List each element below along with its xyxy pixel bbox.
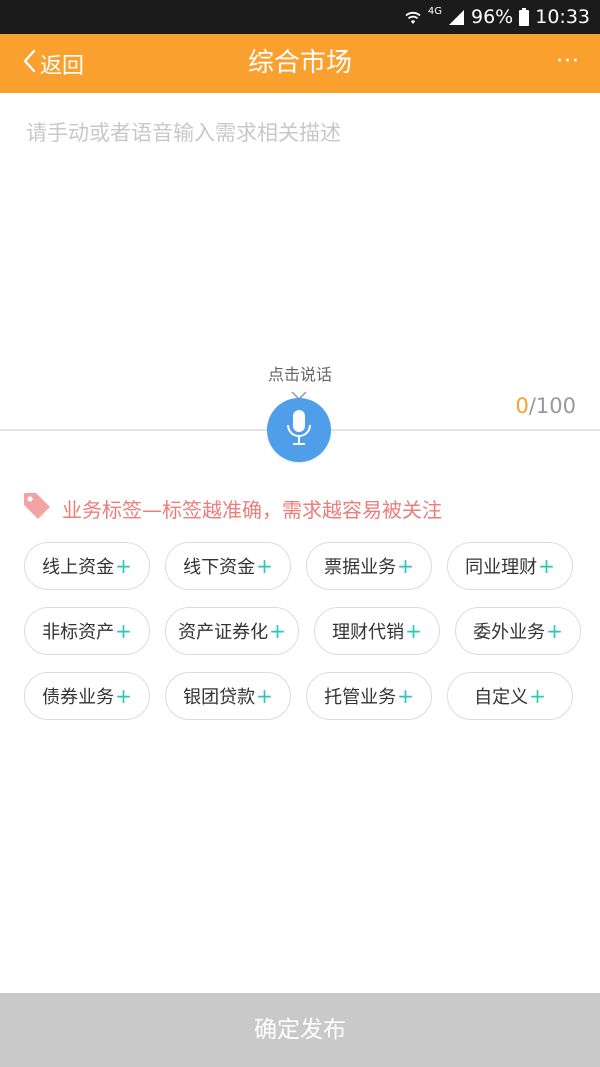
char-count-current: 0 [515, 394, 529, 418]
tag-chip[interactable]: 银团贷款 + [165, 672, 291, 720]
tag-chip[interactable]: 理财代销 + [314, 607, 440, 655]
custom-tag-chip[interactable]: 自定义 + [447, 672, 573, 720]
tag-chip[interactable]: 线下资金 + [165, 542, 291, 590]
plus-icon: + [115, 619, 132, 643]
microphone-icon [286, 409, 312, 451]
plus-icon: + [529, 684, 546, 708]
tag-chip[interactable]: 票据业务 + [306, 542, 432, 590]
tag-chip-label: 托管业务 [324, 687, 397, 708]
more-dots-icon[interactable]: ··· [556, 34, 580, 93]
tag-chip-label: 委外业务 [473, 622, 546, 643]
tag-section-title: 业务标签—标签越准确，需求越容易被关注 [62, 497, 442, 522]
plus-icon: + [269, 619, 286, 643]
battery-icon [519, 8, 530, 26]
tag-section-header: 业务标签—标签越准确，需求越容易被关注 [22, 490, 442, 526]
tag-chip[interactable]: 同业理财 + [447, 542, 573, 590]
signal-icon [448, 9, 465, 26]
plus-icon: + [115, 554, 132, 578]
tag-icon [22, 491, 52, 525]
tag-chip[interactable]: 托管业务 + [306, 672, 432, 720]
page-title: 综合市场 [247, 48, 352, 78]
tag-chip-label: 债券业务 [42, 687, 115, 708]
clock: 10:33 [535, 6, 590, 28]
plus-icon: + [397, 554, 414, 578]
tag-chip-label: 非标资产 [42, 622, 115, 643]
plus-icon: + [538, 554, 555, 578]
tag-chip[interactable]: 债券业务 + [24, 672, 150, 720]
tag-chip[interactable]: 委外业务 + [455, 607, 581, 655]
requirement-input-area: 点击说话 0/100 [0, 93, 600, 430]
wifi-icon [404, 9, 422, 25]
chevron-left-icon [22, 49, 36, 79]
publish-button[interactable]: 确定发布 [0, 993, 600, 1067]
plus-icon: + [546, 619, 563, 643]
tag-chip-label: 线下资金 [183, 557, 256, 578]
char-counter: 0/100 [515, 394, 576, 418]
tag-chip[interactable]: 非标资产 + [24, 607, 150, 655]
tag-chip-label: 同业理财 [465, 557, 538, 578]
requirement-description-input[interactable] [26, 117, 576, 347]
back-label: 返回 [40, 53, 85, 79]
status-bar: 4G 96% 10:33 [0, 0, 600, 34]
plus-icon: + [115, 684, 132, 708]
plus-icon: + [256, 554, 273, 578]
tag-chip-label: 资产证券化 [178, 622, 269, 643]
tag-chip-label: 线上资金 [42, 557, 115, 578]
battery-level: 96% [471, 6, 514, 28]
back-button[interactable]: 返回 [22, 34, 84, 93]
plus-icon: + [397, 684, 414, 708]
char-count-max: /100 [528, 394, 576, 418]
tag-chip-label: 银团贷款 [183, 687, 256, 708]
tag-chip[interactable]: 线上资金 + [24, 542, 150, 590]
status-icons: 4G 96% 10:33 [404, 0, 590, 34]
network-type: 4G [427, 5, 442, 17]
plus-icon: + [405, 619, 422, 643]
voice-input-button[interactable] [267, 398, 331, 462]
speak-hint: 点击说话 [267, 365, 332, 384]
nav-bar: 返回 综合市场 ··· [0, 34, 600, 93]
tag-chip-label: 票据业务 [324, 557, 397, 578]
tag-chip[interactable]: 资产证券化 + [165, 607, 299, 655]
tag-chip-label: 自定义 [474, 687, 529, 708]
tag-chip-label: 理财代销 [332, 622, 405, 643]
plus-icon: + [256, 684, 273, 708]
